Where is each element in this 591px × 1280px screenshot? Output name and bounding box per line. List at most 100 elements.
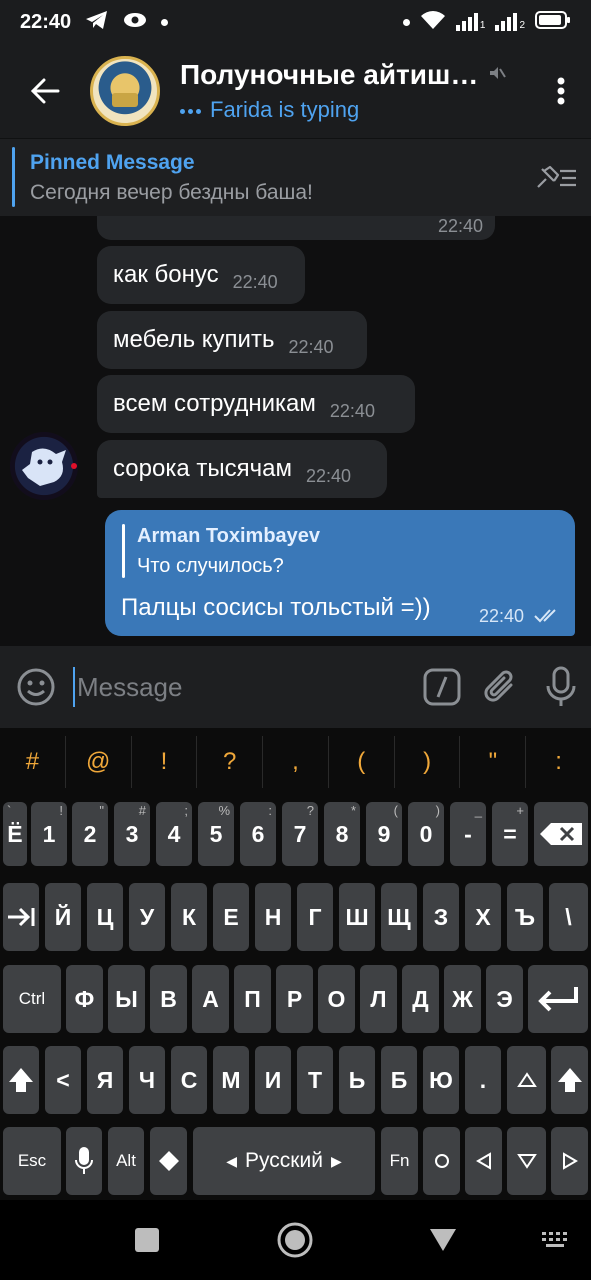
- key[interactable]: :6: [240, 802, 276, 866]
- key[interactable]: % 5: [198, 802, 234, 866]
- key[interactable]: + =: [492, 802, 528, 866]
- key[interactable]: Ж: [444, 965, 481, 1033]
- key[interactable]: ) 0: [408, 802, 444, 866]
- key[interactable]: Ъ: [507, 883, 543, 951]
- sender-avatar[interactable]: [10, 432, 78, 500]
- chat-avatar[interactable]: [90, 56, 160, 126]
- settings-key[interactable]: [150, 1127, 187, 1195]
- key[interactable]: Б: [381, 1046, 417, 1114]
- bot-commands-button[interactable]: [412, 646, 472, 728]
- key[interactable]: У: [129, 883, 165, 951]
- key[interactable]: М: [213, 1046, 249, 1114]
- symbol-key[interactable]: ": [460, 736, 527, 788]
- key[interactable]: Л: [360, 965, 397, 1033]
- pinned-message-bar[interactable]: Pinned Message Сегодня вечер бездны баша…: [0, 138, 591, 216]
- key[interactable]: (9: [366, 802, 402, 866]
- tab-key[interactable]: [3, 883, 39, 951]
- key[interactable]: " 2: [72, 802, 108, 866]
- key[interactable]: Й: [45, 883, 81, 951]
- shift-key[interactable]: [551, 1046, 588, 1114]
- key[interactable]: Т: [297, 1046, 333, 1114]
- key[interactable]: Щ: [381, 883, 417, 951]
- key[interactable]: Ф: [66, 965, 103, 1033]
- key[interactable]: Х: [465, 883, 501, 951]
- message-text: сорока тысячам: [113, 455, 292, 482]
- key[interactable]: Ц: [87, 883, 123, 951]
- key[interactable]: \: [549, 883, 588, 951]
- arrow-up-key[interactable]: [507, 1046, 546, 1114]
- key[interactable]: #3: [114, 802, 150, 866]
- message-bubble[interactable]: сорока тысячам 22:40: [97, 440, 387, 498]
- key[interactable]: Я: [87, 1046, 123, 1114]
- key[interactable]: И: [255, 1046, 291, 1114]
- emoji-button[interactable]: [0, 646, 73, 728]
- symbol-key[interactable]: ,: [263, 736, 329, 788]
- attach-button[interactable]: [472, 646, 532, 728]
- chat-info[interactable]: Полуночные айтиш… Farida is typing: [180, 59, 531, 123]
- symbol-key[interactable]: :: [526, 736, 591, 788]
- recents-button[interactable]: [127, 1220, 167, 1260]
- key[interactable]: ` Ё: [3, 802, 27, 866]
- arrow-down-key[interactable]: [507, 1127, 546, 1195]
- space-key[interactable]: ◀ Русский ▶: [193, 1127, 375, 1195]
- arrow-right-key[interactable]: [551, 1127, 588, 1195]
- key[interactable]: О: [318, 965, 355, 1033]
- alt-key[interactable]: Alt: [108, 1127, 144, 1195]
- key[interactable]: Ы: [108, 965, 145, 1033]
- reply-quote[interactable]: Что случилось?: [137, 555, 284, 578]
- outgoing-message-bubble[interactable]: Arman Toximbayev Что случилось? Палцы со…: [105, 510, 575, 636]
- key[interactable]: А: [192, 965, 229, 1033]
- back-nav-button[interactable]: [423, 1220, 463, 1260]
- symbol-key[interactable]: ?: [197, 736, 264, 788]
- key[interactable]: .: [465, 1046, 501, 1114]
- key[interactable]: З: [423, 883, 459, 951]
- key[interactable]: ; 4: [156, 802, 192, 866]
- key[interactable]: ! 1: [31, 802, 67, 866]
- arrow-left-key[interactable]: [465, 1127, 502, 1195]
- message-bubble[interactable]: как бонус 22:40: [97, 246, 305, 304]
- keyboard-switch-button[interactable]: [535, 1220, 575, 1260]
- key[interactable]: _ -: [450, 802, 486, 866]
- backspace-key[interactable]: [534, 802, 588, 866]
- key[interactable]: П: [234, 965, 271, 1033]
- esc-key[interactable]: Esc: [3, 1127, 61, 1195]
- more-options-button[interactable]: [531, 44, 591, 138]
- shift-key[interactable]: [3, 1046, 39, 1114]
- message-bubble[interactable]: всем сотрудникам 22:40: [97, 375, 415, 433]
- key[interactable]: Ю: [423, 1046, 459, 1114]
- key[interactable]: Ч: [129, 1046, 165, 1114]
- message-bubble[interactable]: мебель купить 22:40: [97, 311, 367, 369]
- message-list[interactable]: 22:40 как бонус 22:40 мебель купить 22:4…: [0, 216, 591, 646]
- key[interactable]: Н: [255, 883, 291, 951]
- symbol-key[interactable]: @: [66, 736, 132, 788]
- key[interactable]: Ш: [339, 883, 375, 951]
- key[interactable]: Э: [486, 965, 523, 1033]
- enter-key[interactable]: [528, 965, 588, 1033]
- key[interactable]: К: [171, 883, 207, 951]
- pinned-list-button[interactable]: [521, 139, 591, 217]
- key[interactable]: Д: [402, 965, 439, 1033]
- message-input[interactable]: [72, 667, 412, 707]
- fn-key[interactable]: Fn: [381, 1127, 418, 1195]
- key[interactable]: <: [45, 1046, 81, 1114]
- key[interactable]: С: [171, 1046, 207, 1114]
- home-key[interactable]: [423, 1127, 460, 1195]
- voice-input-key[interactable]: [66, 1127, 102, 1195]
- message-bubble[interactable]: 22:40: [97, 216, 495, 240]
- symbol-key[interactable]: ): [395, 736, 461, 788]
- back-button[interactable]: [0, 44, 90, 138]
- ctrl-key[interactable]: Ctrl: [3, 965, 61, 1033]
- key[interactable]: Р: [276, 965, 313, 1033]
- key[interactable]: В: [150, 965, 187, 1033]
- key[interactable]: * 8: [324, 802, 360, 866]
- symbol-key[interactable]: !: [132, 736, 198, 788]
- home-button[interactable]: [275, 1220, 315, 1260]
- key[interactable]: Г: [297, 883, 333, 951]
- reply-author[interactable]: Arman Toximbayev: [137, 525, 320, 548]
- voice-record-button[interactable]: [531, 646, 591, 728]
- key[interactable]: Ь: [339, 1046, 375, 1114]
- symbol-key[interactable]: (: [329, 736, 395, 788]
- symbol-key[interactable]: #: [0, 736, 66, 788]
- key[interactable]: Е: [213, 883, 249, 951]
- key[interactable]: ? 7: [282, 802, 318, 866]
